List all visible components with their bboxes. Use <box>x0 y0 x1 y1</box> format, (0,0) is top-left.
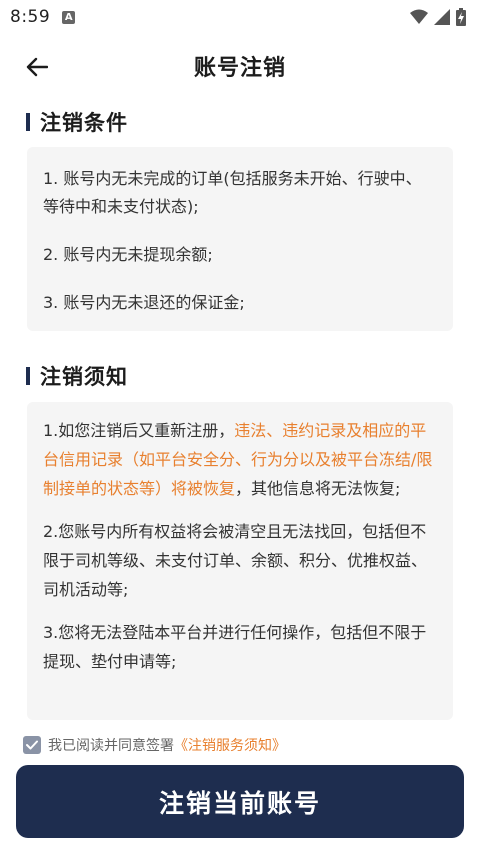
notice-title: 注销须知 <box>40 365 128 389</box>
back-button[interactable] <box>22 52 52 82</box>
status-time: 8:59 <box>10 7 51 27</box>
conditions-title: 注销条件 <box>40 111 128 135</box>
conditions-section-header: 注销条件 <box>26 107 128 137</box>
notice-section-header: 注销须知 <box>26 361 128 391</box>
notice-item: 1.如您注销后又重新注册，违法、违约记录及相应的平台信用记录（如平台安全分、行为… <box>43 416 437 503</box>
agreement-checkbox[interactable] <box>23 736 41 754</box>
agreement-row: 我已阅读并同意签署 《注销服务须知》 <box>23 735 286 755</box>
cancel-account-button[interactable]: 注销当前账号 <box>16 765 464 838</box>
condition-item: 2. 账号内无未提现余额; <box>43 245 213 264</box>
notice-item-text: ，其他信息将无法恢复; <box>235 479 401 498</box>
signal-icon <box>434 9 450 25</box>
agreement-text: 我已阅读并同意签署 <box>48 738 174 754</box>
section-marker <box>26 367 30 385</box>
condition-item: 3. 账号内无未退还的保证金; <box>43 293 245 312</box>
notice-item: 2.您账号内所有权益将会被清空且无法找回，包括但不限于司机等级、未支付订单、余额… <box>43 522 428 599</box>
battery-charging-icon <box>456 8 466 26</box>
condition-item: 1. 账号内无未完成的订单(包括服务未开始、行驶中、等待中和未支付状态); <box>43 169 422 216</box>
nav-bar: 账号注销 <box>0 40 480 92</box>
notice-card[interactable]: 1.如您注销后又重新注册，违法、违约记录及相应的平台信用记录（如平台安全分、行为… <box>27 402 453 720</box>
arrow-left-icon <box>26 57 48 77</box>
wifi-icon <box>410 9 428 24</box>
notice-item: 3.您将无法登陆本平台并进行任何操作，包括但不限于提现、垫付申请等; <box>43 623 427 671</box>
status-bar: 8:59 A <box>0 0 480 34</box>
status-icons <box>410 8 466 26</box>
agreement-link[interactable]: 《注销服务须知》 <box>174 735 286 755</box>
notice-item-text: 1.如您注销后又重新注册， <box>43 421 235 440</box>
section-marker <box>26 113 30 131</box>
notification-icon: A <box>62 10 76 24</box>
checkmark-icon <box>26 740 38 750</box>
page-title: 账号注销 <box>193 56 286 81</box>
conditions-card: 1. 账号内无未完成的订单(包括服务未开始、行驶中、等待中和未支付状态); 2.… <box>27 147 453 331</box>
